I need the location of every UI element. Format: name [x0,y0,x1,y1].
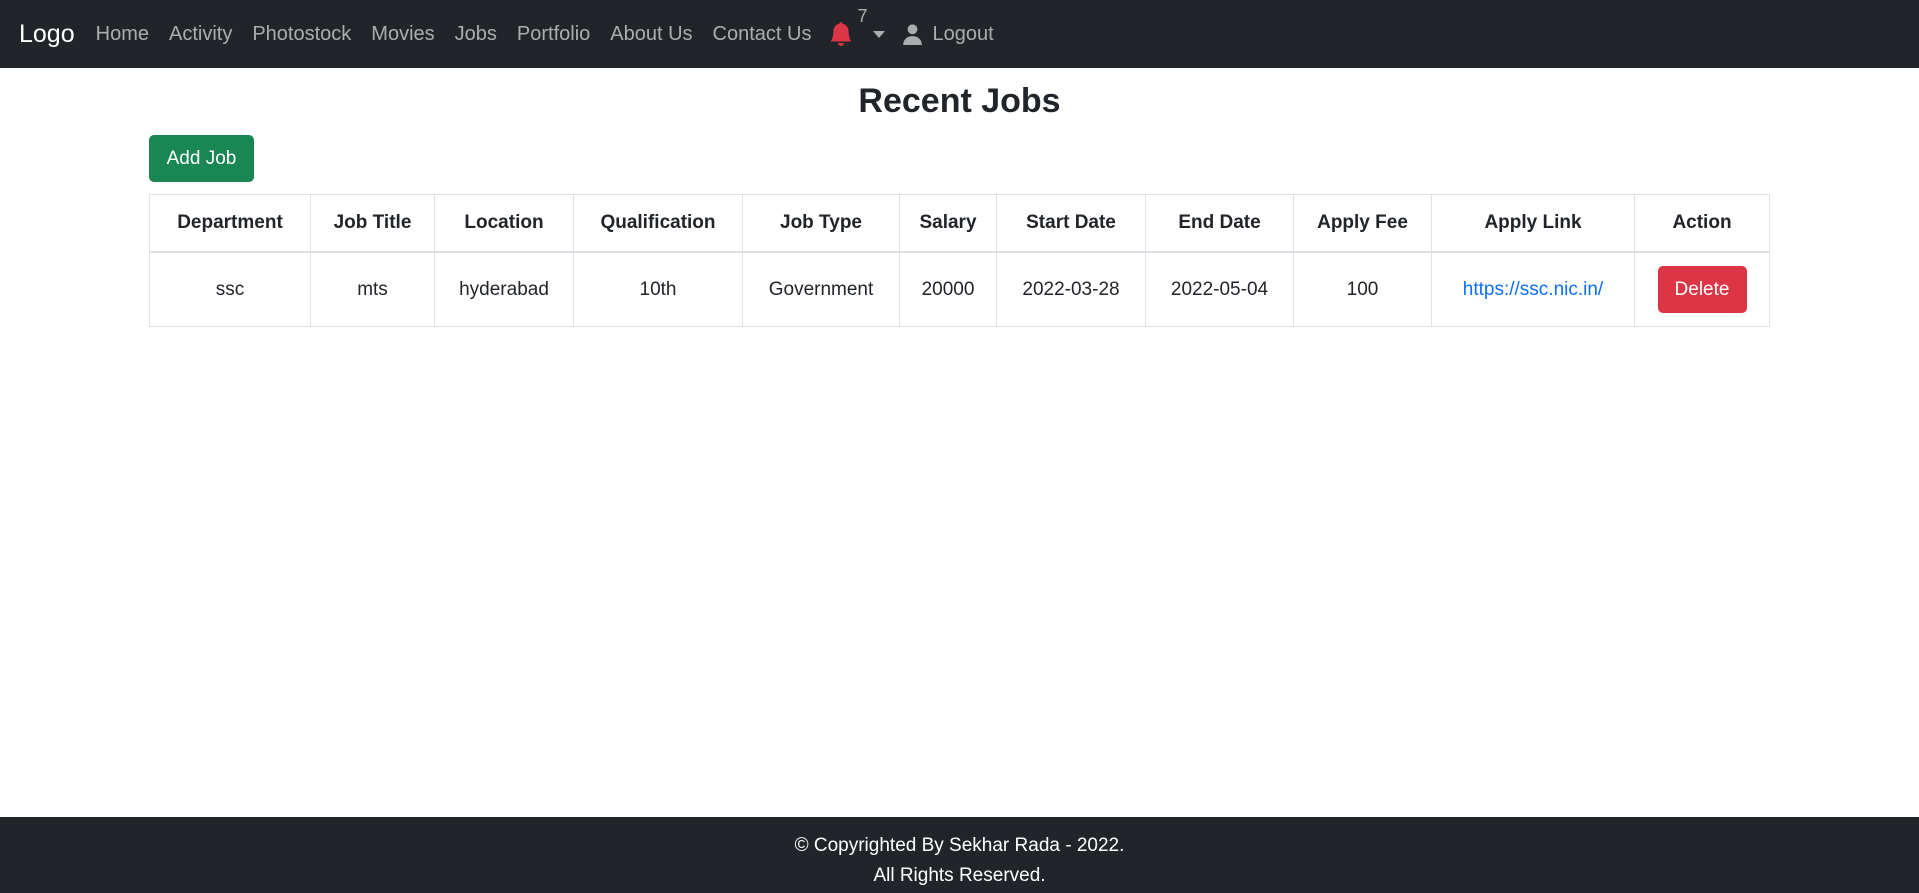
logout-label: Logout [932,22,994,45]
cell-action: Delete [1634,251,1770,327]
nav-link-activity[interactable]: Activity [159,23,242,46]
cell-job-title: mts [310,251,435,327]
column-header-end-date: End Date [1145,194,1294,253]
cell-location: hyderabad [434,251,574,327]
column-header-salary: Salary [899,194,997,253]
column-header-job-type: Job Type [742,194,900,253]
column-header-action: Action [1634,194,1770,253]
user-icon [903,23,923,45]
nav-link-contact-us[interactable]: Contact Us [703,23,822,46]
footer-copyright: © Copyrighted By Sekhar Rada - 2022. [794,835,1125,856]
column-header-apply-link: Apply Link [1431,194,1635,253]
column-header-apply-fee: Apply Fee [1293,194,1432,253]
nav-link-about-us[interactable]: About Us [600,23,702,46]
apply-link[interactable]: https://ssc.nic.in/ [1463,279,1603,300]
cell-start-date: 2022-03-28 [996,251,1146,327]
jobs-table: Department Job Title Location Qualificat… [149,194,1770,327]
table-row: ssc mts hyderabad 10th Government 20000 … [149,251,1770,327]
column-header-location: Location [434,194,574,253]
footer: © Copyrighted By Sekhar Rada - 2022. All… [0,817,1919,893]
column-header-job-title: Job Title [310,194,435,253]
table-header-row: Department Job Title Location Qualificat… [149,194,1770,253]
chevron-down-icon[interactable] [873,30,886,38]
add-job-button[interactable]: Add Job [149,135,254,182]
logout-link[interactable]: Logout [903,22,994,46]
footer-rights: All Rights Reserved. [873,865,1046,886]
top-navbar: Logo Home Activity Photostock Movies Job… [0,0,1919,68]
delete-button[interactable]: Delete [1657,266,1747,313]
nav-link-home[interactable]: Home [86,23,159,46]
column-header-department: Department [149,194,311,253]
cell-salary: 20000 [899,251,997,327]
nav-link-jobs[interactable]: Jobs [445,23,507,46]
nav-link-photostock[interactable]: Photostock [242,23,361,46]
bell-icon [830,22,852,46]
cell-apply-link: https://ssc.nic.in/ [1431,251,1635,327]
cell-apply-fee: 100 [1293,251,1432,327]
nav-link-movies[interactable]: Movies [361,23,444,46]
notification-count: 7 [857,6,868,26]
column-header-qualification: Qualification [573,194,743,253]
brand-logo[interactable]: Logo [19,20,75,49]
cell-end-date: 2022-05-04 [1145,251,1294,327]
nav-link-portfolio[interactable]: Portfolio [507,23,600,46]
cell-qualification: 10th [573,251,743,327]
column-header-start-date: Start Date [996,194,1146,253]
cell-department: ssc [149,251,311,327]
cell-job-type: Government [742,251,900,327]
page-title: Recent Jobs [858,82,1061,120]
notifications-button[interactable]: 7 [829,6,867,46]
